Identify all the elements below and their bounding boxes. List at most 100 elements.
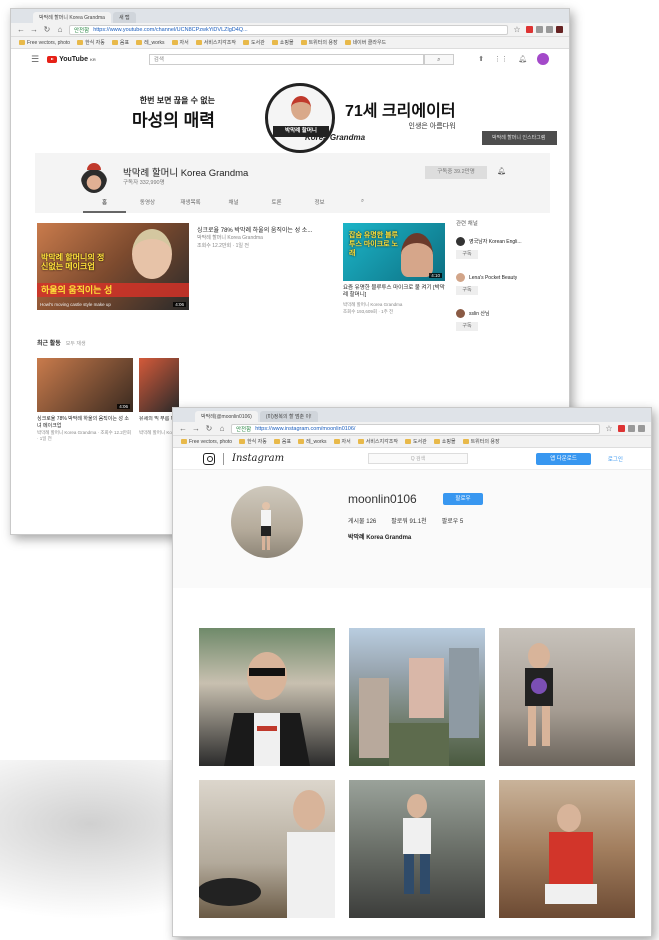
- following-count[interactable]: 팔로우 5: [442, 516, 464, 525]
- extension-icon[interactable]: [536, 26, 543, 33]
- tab-instagram[interactable]: 박막례(@moonlin0106): [195, 411, 258, 422]
- bookmark-item[interactable]: 쇼핑몰: [433, 438, 456, 445]
- url-field[interactable]: 안전함 https://www.instagram.com/moonlin010…: [231, 423, 600, 434]
- upload-icon[interactable]: ⬆: [478, 55, 484, 63]
- bookmark-item[interactable]: 자서: [171, 39, 189, 46]
- tab-videos[interactable]: 동영상: [126, 198, 169, 213]
- bookmark-item[interactable]: 트위터의 용장: [300, 39, 338, 46]
- back-icon[interactable]: ←: [17, 25, 25, 34]
- bookmark-item[interactable]: 음표: [111, 39, 129, 46]
- youtube-logo[interactable]: YouTube KR: [47, 55, 96, 63]
- featured-video-title[interactable]: 싱크로율 78% 박막례 하울의 움직이는 성 소...: [197, 225, 337, 234]
- subscribe-button[interactable]: 구독: [456, 322, 478, 331]
- profile-avatar[interactable]: [231, 486, 303, 558]
- reload-icon[interactable]: ↻: [43, 25, 51, 34]
- bookmark-item[interactable]: 트위터의 용장: [462, 438, 500, 445]
- bookmark-item[interactable]: 한식 자동: [77, 39, 105, 46]
- subscribe-button[interactable]: 구독: [456, 286, 478, 295]
- bookmark-item[interactable]: 레_works: [136, 39, 165, 46]
- tab-new[interactable]: 새 탭: [112, 12, 136, 23]
- bookmark-item[interactable]: 서비스지각조작: [357, 438, 398, 445]
- home-icon[interactable]: ⌂: [56, 25, 64, 34]
- banner-instagram-link[interactable]: 박막례 할머니 인스타그램: [482, 131, 557, 145]
- tab-discussion[interactable]: 토론: [255, 198, 298, 213]
- extension-icon[interactable]: [638, 425, 645, 432]
- apps-icon[interactable]: ⋮⋮: [494, 55, 508, 63]
- bookmark-item[interactable]: 자서: [333, 438, 351, 445]
- video-channel[interactable]: 박막례 할머니 Korea Grandma: [197, 234, 263, 242]
- channel-avatar[interactable]: [456, 273, 465, 282]
- post-thumbnail[interactable]: [199, 628, 335, 766]
- follow-button[interactable]: 팔로우: [443, 493, 483, 505]
- tab-home[interactable]: 홈: [83, 198, 126, 213]
- bookmark-item[interactable]: 한식 자동: [239, 438, 267, 445]
- bookmark-item[interactable]: 도서관: [242, 39, 265, 46]
- extension-icon[interactable]: [618, 425, 625, 432]
- post-thumbnail[interactable]: [499, 628, 635, 766]
- tab-youtube[interactable]: 박막례 할머니 Korea Grandma: [33, 12, 111, 23]
- home-icon[interactable]: ⌂: [218, 424, 226, 433]
- reload-icon[interactable]: ↻: [205, 424, 213, 433]
- video-channel[interactable]: 박막례 할머니 Korea Grandma: [343, 301, 402, 308]
- featured-video-thumbnail[interactable]: 박막례 할머니의 정신없는 메이크업 하울의 움직이는 성 Howl's mov…: [37, 223, 189, 310]
- forward-icon[interactable]: →: [192, 424, 200, 433]
- post-thumbnail[interactable]: [349, 780, 485, 918]
- related-channel-name[interactable]: Lena's Pocket Beauty: [469, 275, 517, 281]
- extension-icon[interactable]: [526, 26, 533, 33]
- search-input[interactable]: 검색: [148, 53, 424, 65]
- tab-about[interactable]: 정보: [298, 198, 341, 213]
- instagram-header: Instagram Q 검색 앱 다운로드 로그인: [173, 448, 651, 470]
- bookmark-item[interactable]: Free vectors, photo: [19, 40, 70, 46]
- bookmark-item[interactable]: Free vectors, photo: [181, 439, 232, 445]
- login-link[interactable]: 로그인: [608, 455, 623, 463]
- extension-icon[interactable]: [546, 26, 553, 33]
- search-input[interactable]: Q 검색: [368, 453, 468, 464]
- tab-playlists[interactable]: 재생목록: [169, 198, 212, 213]
- post-thumbnail[interactable]: [349, 628, 485, 766]
- menu-icon[interactable]: ☰: [31, 54, 39, 65]
- bookmark-item[interactable]: 레_works: [298, 438, 327, 445]
- instagram-browser-window: 박막례(@moonlin0106) (미)정복의 할 멈춘 이! ← → ↻ ⌂…: [172, 407, 652, 937]
- notification-bell-icon[interactable]: 🔔︎: [497, 167, 506, 175]
- channel-avatar[interactable]: [456, 309, 465, 318]
- recent-video-thumbnail[interactable]: [139, 358, 179, 412]
- post-thumbnail[interactable]: [499, 780, 635, 918]
- play-all-link[interactable]: 모두 재생: [66, 341, 86, 347]
- related-channel-item: Lena's Pocket Beauty 구독: [456, 273, 566, 295]
- subscribe-button[interactable]: 구독: [456, 250, 478, 259]
- followers-count[interactable]: 팔로워 91.1천: [391, 516, 426, 525]
- recent-video-thumbnail[interactable]: 4:06: [37, 358, 133, 412]
- search-button[interactable]: ⌕: [423, 53, 454, 65]
- channel-search-icon[interactable]: ⌕: [341, 198, 384, 213]
- bell-icon[interactable]: 🔔︎: [518, 55, 527, 63]
- subscribe-button[interactable]: 구독중 39.2만명: [425, 166, 487, 179]
- extension-icon[interactable]: [628, 425, 635, 432]
- video-title[interactable]: 요즘 유명한 블루투스 마이크로 불 켜기 [박막례 할머니]: [343, 285, 445, 299]
- url-field[interactable]: 안전함 https://www.youtube.com/channel/UCN8…: [69, 24, 508, 35]
- app-download-button[interactable]: 앱 다운로드: [536, 453, 591, 465]
- back-icon[interactable]: ←: [179, 424, 187, 433]
- bookmark-item[interactable]: 네이버 클라우드: [344, 39, 386, 46]
- star-icon[interactable]: ☆: [513, 25, 521, 34]
- post-thumbnail[interactable]: [199, 780, 335, 918]
- tab-other[interactable]: (미)정복의 할 멈춘 이!: [259, 411, 318, 422]
- instagram-wordmark[interactable]: Instagram: [232, 453, 284, 464]
- channel-avatar[interactable]: [81, 163, 107, 193]
- bookmark-item[interactable]: 음표: [273, 438, 291, 445]
- extension-icon[interactable]: [556, 26, 563, 33]
- recent-video-title[interactable]: 싱크로율 78% 박막례 하울의 움직이는 성 소녀 메이크업: [37, 416, 133, 429]
- forward-icon[interactable]: →: [30, 25, 38, 34]
- photo-city-street: [359, 648, 479, 766]
- related-channel-name[interactable]: 영국남자 Korean Engli...: [469, 238, 522, 245]
- channel-avatar[interactable]: [456, 237, 465, 246]
- instagram-camera-icon[interactable]: [203, 452, 215, 465]
- bookmark-item[interactable]: 도서관: [404, 438, 427, 445]
- bookmark-item[interactable]: 쇼핑몰: [271, 39, 294, 46]
- related-channel-name[interactable]: sslin 산님: [469, 310, 490, 317]
- bookmark-item[interactable]: 서비스지각조작: [195, 39, 236, 46]
- tab-channels[interactable]: 채널: [212, 198, 255, 213]
- account-avatar[interactable]: [537, 53, 549, 65]
- video-thumbnail[interactable]: 잡숨 유명한 블루투스 마이크로 노래 4:10: [343, 223, 445, 281]
- star-icon[interactable]: ☆: [605, 424, 613, 433]
- folder-icon: [195, 40, 202, 45]
